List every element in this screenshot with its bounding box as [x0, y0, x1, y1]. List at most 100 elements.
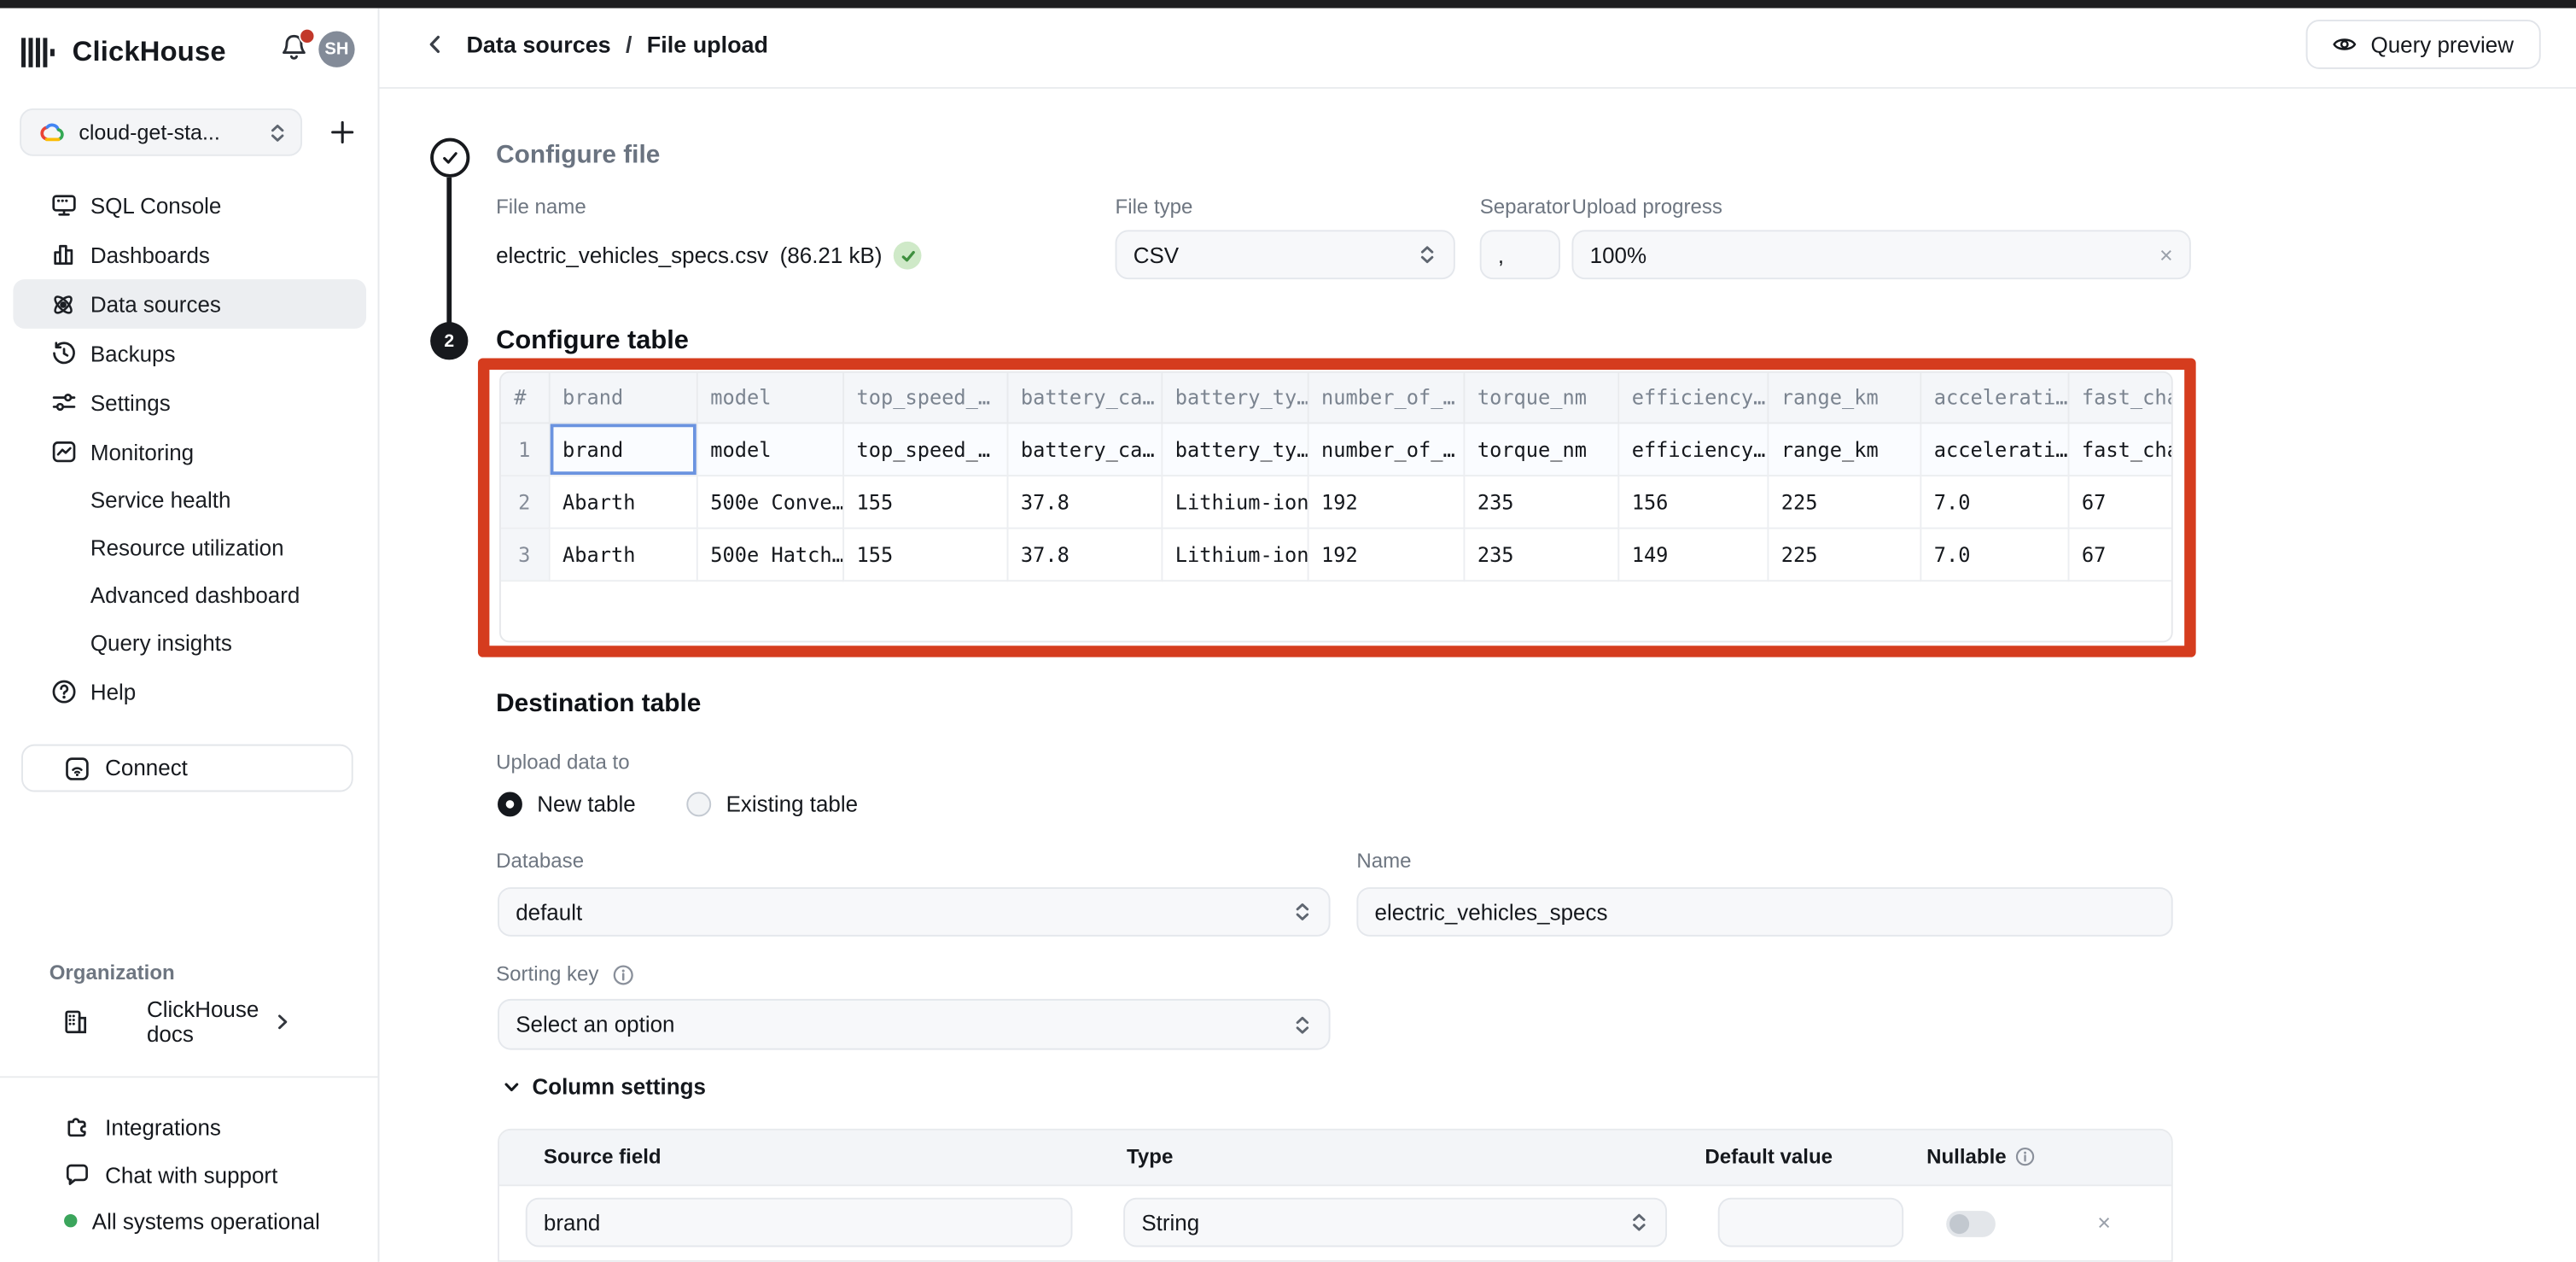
upload-progress-field[interactable]: 100% × — [1571, 230, 2190, 279]
source-field-input[interactable]: brand — [526, 1198, 1073, 1247]
service-switcher[interactable]: cloud-get-sta... — [20, 108, 302, 156]
nullable-toggle[interactable] — [1946, 1211, 1996, 1237]
column-settings-toggle[interactable]: Column settings — [503, 1074, 706, 1099]
table-cell[interactable]: 192 — [1308, 476, 1464, 529]
table-cell[interactable]: 225 — [1767, 529, 1920, 581]
sidebar-item-query-insights[interactable]: Query insights — [13, 619, 366, 667]
table-header-cell: accelerati… — [1920, 373, 2067, 424]
separator-input[interactable]: , — [1480, 230, 1560, 279]
step-2-indicator: 2 — [430, 322, 468, 359]
database-select[interactable]: default — [498, 887, 1331, 937]
table-cell[interactable]: 149 — [1617, 529, 1767, 581]
connect-icon — [64, 755, 90, 781]
chevron-updown-icon — [1418, 243, 1437, 266]
notifications-bell-icon[interactable] — [279, 32, 312, 67]
table-cell[interactable]: brand — [549, 423, 696, 476]
eye-icon — [2333, 34, 2357, 54]
table-cell[interactable]: 155 — [842, 476, 1006, 529]
step-connector — [446, 178, 452, 324]
table-cell[interactable]: 155 — [842, 529, 1006, 581]
sidebar-item-resource-utilization[interactable]: Resource utilization — [13, 524, 366, 572]
file-uploaded-check-icon — [894, 242, 922, 270]
table-cell[interactable]: 7.0 — [1920, 476, 2067, 529]
nullable-header: Nullable — [1926, 1145, 2034, 1168]
sidebar-item-chat-support[interactable]: Chat with support — [13, 1152, 366, 1198]
docs-building-icon — [62, 1008, 133, 1035]
row-number-cell: 2 — [501, 476, 549, 529]
remove-column-icon[interactable]: × — [2097, 1211, 2111, 1234]
sidebar-item-advanced-dashboard[interactable]: Advanced dashboard — [13, 572, 366, 620]
sidebar-item-settings[interactable]: Settings — [13, 378, 366, 428]
new-table-radio[interactable] — [498, 792, 522, 816]
sidebar-item-sql-console[interactable]: SQL Console — [13, 181, 366, 231]
table-cell[interactable]: 500e Hatch… — [696, 529, 842, 581]
sidebar-item-service-health[interactable]: Service health — [13, 476, 366, 524]
table-cell[interactable]: 235 — [1463, 529, 1617, 581]
sorting-key-label: Sorting key — [496, 963, 598, 986]
table-cell[interactable]: 67 — [2068, 476, 2173, 529]
sidebar-item-label: Monitoring — [90, 440, 194, 464]
table-name-input[interactable]: electric_vehicles_specs — [1356, 887, 2172, 937]
table-header-cell: model — [696, 373, 842, 424]
table-cell[interactable]: 37.8 — [1007, 529, 1162, 581]
add-service-button[interactable] — [322, 112, 361, 151]
default-value-input[interactable] — [1718, 1198, 1903, 1247]
type-select[interactable]: String — [1123, 1198, 1667, 1247]
type-header: Type — [1127, 1145, 1173, 1168]
clear-upload-icon[interactable]: × — [2159, 243, 2173, 266]
sidebar-item-backups[interactable]: Backups — [13, 329, 366, 378]
table-cell[interactable]: Lithium-ion — [1161, 529, 1307, 581]
sidebar-item-label: Query insights — [90, 631, 232, 656]
sidebar: ClickHouse SH cloud-get-sta... — [0, 9, 379, 1262]
table-cell[interactable]: fast_cha — [2068, 423, 2173, 476]
info-icon[interactable] — [612, 964, 633, 985]
system-status-label: All systems operational — [92, 1208, 320, 1233]
file-type-select[interactable]: CSV — [1116, 230, 1455, 279]
table-cell[interactable]: range_km — [1767, 423, 1920, 476]
sorting-key-select[interactable]: Select an option — [498, 999, 1331, 1050]
table-cell[interactable]: Lithium-ion — [1161, 476, 1307, 529]
table-cell[interactable]: top_speed_… — [842, 423, 1006, 476]
connect-button[interactable]: Connect — [21, 745, 353, 792]
preview-table-container: #brandmodeltop_speed_…battery_ca…battery… — [499, 371, 2173, 642]
table-cell[interactable]: number_of_… — [1308, 423, 1464, 476]
file-name-label: File name — [496, 196, 586, 219]
breadcrumb-data-sources[interactable]: Data sources — [466, 32, 610, 58]
table-cell[interactable]: 235 — [1463, 476, 1617, 529]
upload-data-to-label: Upload data to — [496, 751, 629, 774]
sidebar-item-system-status[interactable]: All systems operational — [13, 1198, 366, 1244]
table-cell[interactable]: 500e Conve… — [696, 476, 842, 529]
sidebar-item-integrations[interactable]: Integrations — [13, 1104, 366, 1150]
existing-table-radio[interactable] — [686, 792, 711, 816]
table-cell[interactable]: 67 — [2068, 529, 2173, 581]
default-value-header: Default value — [1705, 1145, 1833, 1168]
table-cell[interactable]: 225 — [1767, 476, 1920, 529]
table-cell[interactable]: model — [696, 423, 842, 476]
table-cell[interactable]: efficiency… — [1617, 423, 1767, 476]
sidebar-item-data-sources[interactable]: Data sources — [13, 279, 366, 329]
table-cell[interactable]: Abarth — [549, 529, 696, 581]
table-header-cell: brand — [549, 373, 696, 424]
table-cell[interactable]: 7.0 — [1920, 529, 2067, 581]
sidebar-item-dashboards[interactable]: Dashboards — [13, 230, 366, 279]
sidebar-item-monitoring[interactable]: Monitoring — [13, 427, 366, 476]
preview-table: #brandmodeltop_speed_…battery_ca…battery… — [501, 373, 2173, 581]
table-cell[interactable]: 37.8 — [1007, 476, 1162, 529]
avatar[interactable]: SH — [318, 32, 354, 67]
table-cell[interactable]: 192 — [1308, 529, 1464, 581]
gcp-cloud-icon — [38, 121, 66, 143]
table-cell[interactable]: battery_ca… — [1007, 423, 1162, 476]
table-cell[interactable]: battery_ty… — [1161, 423, 1307, 476]
file-name-value: electric_vehicles_specs.csv — [496, 243, 768, 268]
chevron-updown-icon — [1629, 1211, 1649, 1234]
table-cell[interactable]: Abarth — [549, 476, 696, 529]
sidebar-item-help[interactable]: Help — [13, 667, 366, 716]
chevron-right-icon — [272, 1012, 343, 1031]
query-preview-label: Query preview — [2371, 32, 2514, 57]
table-cell[interactable]: torque_nm — [1463, 423, 1617, 476]
sidebar-item-clickhouse-docs[interactable]: ClickHouse docs — [13, 997, 366, 1047]
table-cell[interactable]: accelerati… — [1920, 423, 2067, 476]
table-cell[interactable]: 156 — [1617, 476, 1767, 529]
back-button[interactable] — [421, 30, 451, 60]
query-preview-button[interactable]: Query preview — [2306, 20, 2541, 69]
